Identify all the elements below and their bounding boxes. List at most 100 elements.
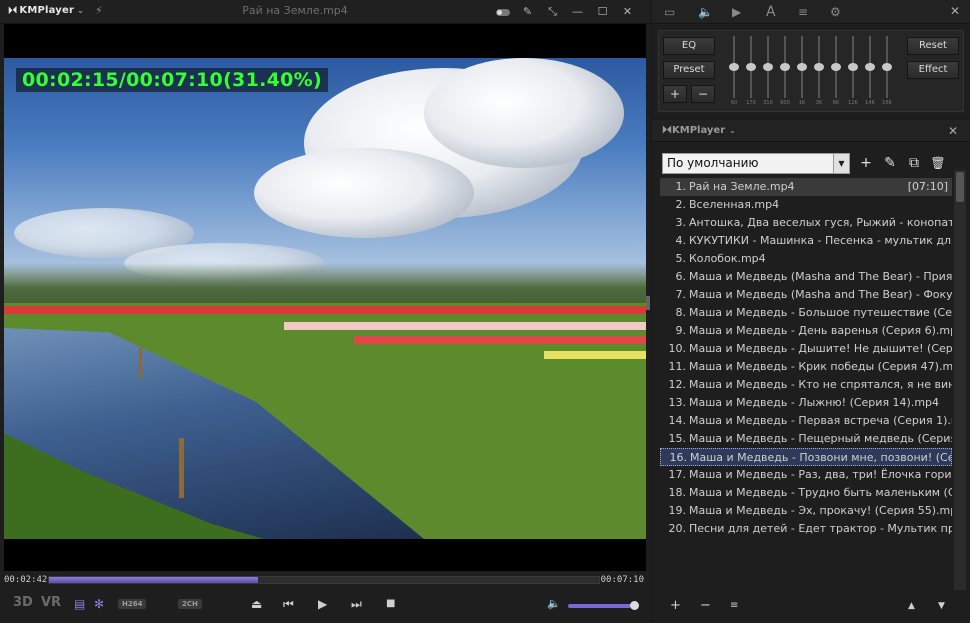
add-item-icon[interactable]: + xyxy=(670,598,681,614)
playlist-list[interactable]: 1. Рай на Земле.mp4 [07:10] 2. Вселенная.mp4… xyxy=(660,178,952,590)
playlist-item[interactable]: 17. Маша и Медведь - Раз, два, три! Ёлочк… xyxy=(660,466,953,484)
play-tab-icon[interactable]: ▶ xyxy=(732,4,741,20)
chevron-down-icon[interactable]: ▼ xyxy=(833,154,849,173)
playlist-item[interactable]: 18. Маша и Медведь - Трудно быть маленьки… xyxy=(660,484,953,502)
eq-plus-button[interactable]: + xyxy=(663,85,687,103)
playlist-item[interactable]: 13. Маша и Медведь - Лыжню! (Серия 14).mp… xyxy=(660,394,952,412)
playlist-logo[interactable]: ⏵⏴KMPlayer ⌄ xyxy=(662,125,736,136)
eq-band-slider[interactable] xyxy=(865,36,875,98)
eq-minus-button[interactable]: − xyxy=(691,85,715,103)
playlist-item[interactable]: 9. Маша и Медведь - День варенья (Серия 6… xyxy=(660,322,953,340)
close-icon[interactable]: ✕ xyxy=(615,3,640,21)
panel-splitter[interactable] xyxy=(646,296,650,310)
eq-band-knob[interactable] xyxy=(882,63,892,71)
pin-icon[interactable]: ✎ xyxy=(515,3,540,21)
volume-icon[interactable]: 🔈 xyxy=(547,596,561,612)
maximize-icon[interactable]: ☐ xyxy=(590,3,615,21)
close-icon[interactable]: ✕ xyxy=(950,4,960,18)
audio-tab-icon[interactable]: 🔈 xyxy=(698,4,713,20)
eq-band-frequency: 16K xyxy=(882,100,892,106)
eq-button[interactable]: EQ xyxy=(663,37,715,55)
playlist-item[interactable]: 2. Вселенная.mp4 xyxy=(660,196,952,214)
playlist-item[interactable]: 5. Колобок.mp4 xyxy=(660,250,952,268)
eq-band-slider[interactable] xyxy=(729,36,739,98)
playlist-item[interactable]: 6. Маша и Медведь (Masha and The Bear) - … xyxy=(660,268,953,286)
edit-icon[interactable]: ✎ xyxy=(880,153,900,173)
effect-button[interactable]: Effect xyxy=(907,61,959,79)
eq-band-slider[interactable] xyxy=(848,36,858,98)
3d-button[interactable]: 3D xyxy=(13,595,33,610)
settings-icon[interactable]: ✻ xyxy=(94,596,104,612)
screen-tab-icon[interactable]: ▭ xyxy=(664,4,675,20)
next-icon[interactable]: ⏭ xyxy=(351,596,362,612)
playlist-titlebar[interactable]: ⏵⏴KMPlayer ⌄ ✕ xyxy=(652,120,970,142)
playlist-menu-icon[interactable]: ≡ xyxy=(730,598,738,614)
playlist-item[interactable]: 20. Песни для детей - Едет трактор - Муль… xyxy=(660,520,953,538)
volume-knob[interactable] xyxy=(630,601,639,610)
eq-band-knob[interactable] xyxy=(746,63,756,71)
seek-bar[interactable] xyxy=(48,576,600,584)
playlist-item[interactable]: 12. Маша и Медведь - Кто не спрятался, я … xyxy=(660,376,953,394)
eq-band-knob[interactable] xyxy=(729,63,739,71)
reset-button[interactable]: Reset xyxy=(907,37,959,55)
eq-band-slider[interactable] xyxy=(763,36,773,98)
playlist-item[interactable]: 19. Маша и Медведь - Эх, прокачу! (Серия … xyxy=(660,502,953,520)
playlist-item[interactable]: 8. Маша и Медведь - Большое путешествие (… xyxy=(660,304,953,322)
eq-band-slider[interactable] xyxy=(780,36,790,98)
playlist-scrollbar-thumb[interactable] xyxy=(956,172,964,202)
subtitle-tab-icon[interactable]: A xyxy=(766,4,776,20)
toggle-icon[interactable] xyxy=(490,3,515,21)
app-logo[interactable]: ⏵⏴ KMPlayer ⌄ xyxy=(8,5,84,16)
move-up-icon[interactable]: ▲ xyxy=(908,598,915,614)
codec-badge[interactable]: H264 xyxy=(118,599,147,609)
playlist-item[interactable]: 11. Маша и Медведь - Крик победы (Серия 4… xyxy=(660,358,953,376)
subtitle-icon[interactable]: ▤ xyxy=(74,596,85,612)
playlist-item[interactable]: 10. Маша и Медведь - Дышите! Не дышите! (… xyxy=(660,340,953,358)
eq-band-knob[interactable] xyxy=(865,63,875,71)
remove-item-icon[interactable]: − xyxy=(700,598,711,614)
playlist-item[interactable]: 16. Маша и Медведь - Позвони мне, позвони… xyxy=(660,448,952,466)
minimize-icon[interactable]: — xyxy=(565,3,590,21)
eq-band-slider[interactable] xyxy=(831,36,841,98)
playlist-item[interactable]: 15. Маша и Медведь - Пещерный медведь (Се… xyxy=(660,430,953,448)
eq-band-slider[interactable] xyxy=(882,36,892,98)
eq-band-slider[interactable] xyxy=(797,36,807,98)
control-bar: 3D VR ▤ ✻ H264 2CH ⏏ ⏮ ▶ ⏭ ■ 🔈 xyxy=(0,589,650,623)
playlist-item[interactable]: 14. Маша и Медведь - Первая встреча (Сери… xyxy=(660,412,953,430)
bolt-icon[interactable]: ⚡ xyxy=(95,4,103,17)
eq-band-knob[interactable] xyxy=(848,63,858,71)
playlist-item[interactable]: 1. Рай на Земле.mp4 [07:10] xyxy=(660,178,952,196)
eq-band-slider[interactable] xyxy=(814,36,824,98)
playlist-item[interactable]: 7. Маша и Медведь (Masha and The Bear) - … xyxy=(660,286,953,304)
vr-button[interactable]: VR xyxy=(41,595,61,610)
eq-band-knob[interactable] xyxy=(797,63,807,71)
move-down-icon[interactable]: ▼ xyxy=(938,598,945,614)
eq-band-knob[interactable] xyxy=(780,63,790,71)
playlist-item[interactable]: 4. КУКУТИКИ - Машинка - Песенка - мультик… xyxy=(660,232,953,250)
player-titlebar[interactable]: ⏵⏴ KMPlayer ⌄ ⚡ Рай на Земле.mp4 ✎ ⤡ — ☐ ✕ xyxy=(0,0,650,24)
eq-band-knob[interactable] xyxy=(814,63,824,71)
preset-button[interactable]: Preset xyxy=(663,61,715,79)
eject-icon[interactable]: ⏏ xyxy=(251,596,262,612)
play-icon[interactable]: ▶ xyxy=(318,596,327,612)
list-tab-icon[interactable]: ≡ xyxy=(798,4,808,20)
playlist-item[interactable]: 3. Антошка, Два веселых гуся, Рыжий - кон… xyxy=(660,214,953,232)
video-area[interactable]: 00:02:15/00:07:10(31.40%) xyxy=(4,24,646,571)
previous-icon[interactable]: ⏮ xyxy=(283,596,294,612)
shrink-icon[interactable]: ⤡ xyxy=(540,3,565,21)
channels-badge[interactable]: 2CH xyxy=(178,599,202,609)
gear-tab-icon[interactable]: ⚙ xyxy=(830,4,841,20)
trash-icon[interactable]: 🗑 xyxy=(928,153,948,173)
playlist-panel: ⏵⏴KMPlayer ⌄ ✕ По умолчанию ▼ + ✎ ⧉ 🗑 1. Р… xyxy=(652,120,970,623)
volume-slider[interactable] xyxy=(568,604,631,608)
close-icon[interactable]: ✕ xyxy=(948,124,958,138)
stop-icon[interactable]: ■ xyxy=(386,596,395,612)
playlist-select[interactable]: По умолчанию ▼ xyxy=(662,153,850,174)
eq-band-knob[interactable] xyxy=(763,63,773,71)
playlist-scrollbar[interactable] xyxy=(954,170,966,590)
copy-icon[interactable]: ⧉ xyxy=(904,153,924,173)
add-file-icon[interactable]: + xyxy=(856,153,876,173)
playlist-item-duration: [07:10] xyxy=(907,180,948,193)
eq-band-knob[interactable] xyxy=(831,63,841,71)
eq-band-slider[interactable] xyxy=(746,36,756,98)
